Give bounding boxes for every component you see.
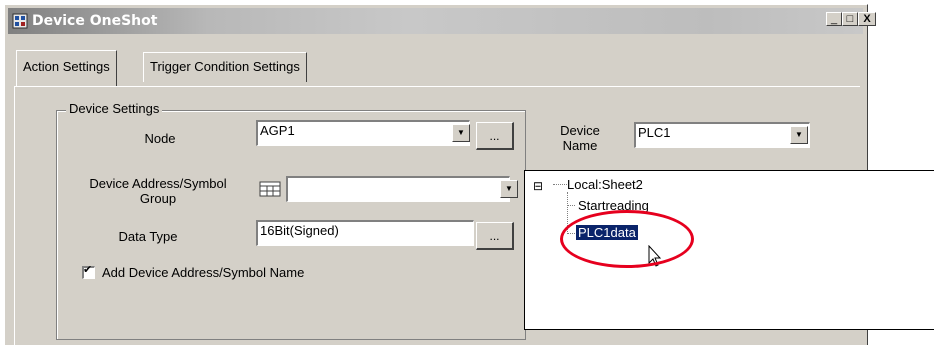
node-select[interactable]: AGP1	[256, 120, 470, 146]
tab-trigger-condition-settings[interactable]: Trigger Condition Settings	[143, 52, 307, 82]
address-label-line1: Device Address/Symbol	[89, 176, 227, 191]
highlight-ring	[560, 210, 694, 268]
data-type-value: 16Bit(Signed)	[260, 223, 339, 238]
collapse-toggle-icon[interactable]: ⊟	[533, 178, 543, 194]
close-icon: X	[863, 13, 871, 25]
node-browse-button[interactable]: ...	[476, 122, 514, 150]
device-name-label-line1: Device	[560, 123, 600, 138]
node-value: AGP1	[260, 123, 295, 138]
device-name-dropdown-button[interactable]: ▼	[790, 126, 808, 144]
tab-action-settings[interactable]: Action Settings	[16, 50, 117, 86]
add-name-checkbox-label[interactable]: Add Device Address/Symbol Name	[102, 265, 304, 280]
device-name-value: PLC1	[638, 125, 671, 140]
data-type-browse-button[interactable]: ...	[476, 222, 514, 250]
tab-trigger-condition-settings-label: Trigger Condition Settings	[150, 59, 300, 74]
data-type-browse-label: ...	[489, 229, 500, 243]
device-name-select[interactable]: PLC1	[634, 122, 810, 148]
node-dropdown-button[interactable]: ▼	[452, 124, 470, 142]
chevron-down-icon: ▼	[505, 184, 513, 193]
device-name-label: Device Name	[545, 123, 615, 153]
device-name-label-line2: Name	[562, 138, 598, 153]
minimize-icon: _	[830, 13, 838, 25]
maximize-button[interactable]: □	[842, 12, 858, 26]
data-type-select[interactable]: 16Bit(Signed)	[256, 220, 474, 246]
window-title: Device OneShot	[32, 13, 158, 29]
address-symbol-group-label: Device Address/Symbol Group	[68, 176, 248, 206]
node-browse-label: ...	[489, 129, 500, 143]
app-icon	[12, 12, 28, 30]
tree-connector-child-1	[567, 205, 575, 207]
symbol-group-icon[interactable]	[256, 176, 284, 202]
device-settings-group-label: Device Settings	[66, 101, 163, 116]
address-dropdown-button[interactable]: ▼	[500, 180, 518, 198]
title-bar[interactable]: Device OneShot _ □ X	[8, 8, 876, 34]
address-symbol-group-select[interactable]	[286, 176, 510, 202]
data-type-label: Data Type	[118, 229, 178, 244]
node-label: Node	[144, 131, 176, 146]
maximize-icon: □	[846, 13, 854, 25]
add-name-checkbox[interactable]: ✔	[82, 264, 95, 279]
tree-root-item[interactable]: Local:Sheet2	[553, 177, 643, 193]
minimize-button[interactable]: _	[826, 12, 842, 26]
close-button[interactable]: X	[858, 12, 876, 26]
chevron-down-icon: ▼	[795, 130, 803, 139]
address-label-line2: Group	[139, 191, 177, 206]
checkmark-icon: ✔	[83, 264, 93, 276]
tab-action-settings-label: Action Settings	[23, 59, 110, 74]
chevron-down-icon: ▼	[457, 128, 465, 137]
